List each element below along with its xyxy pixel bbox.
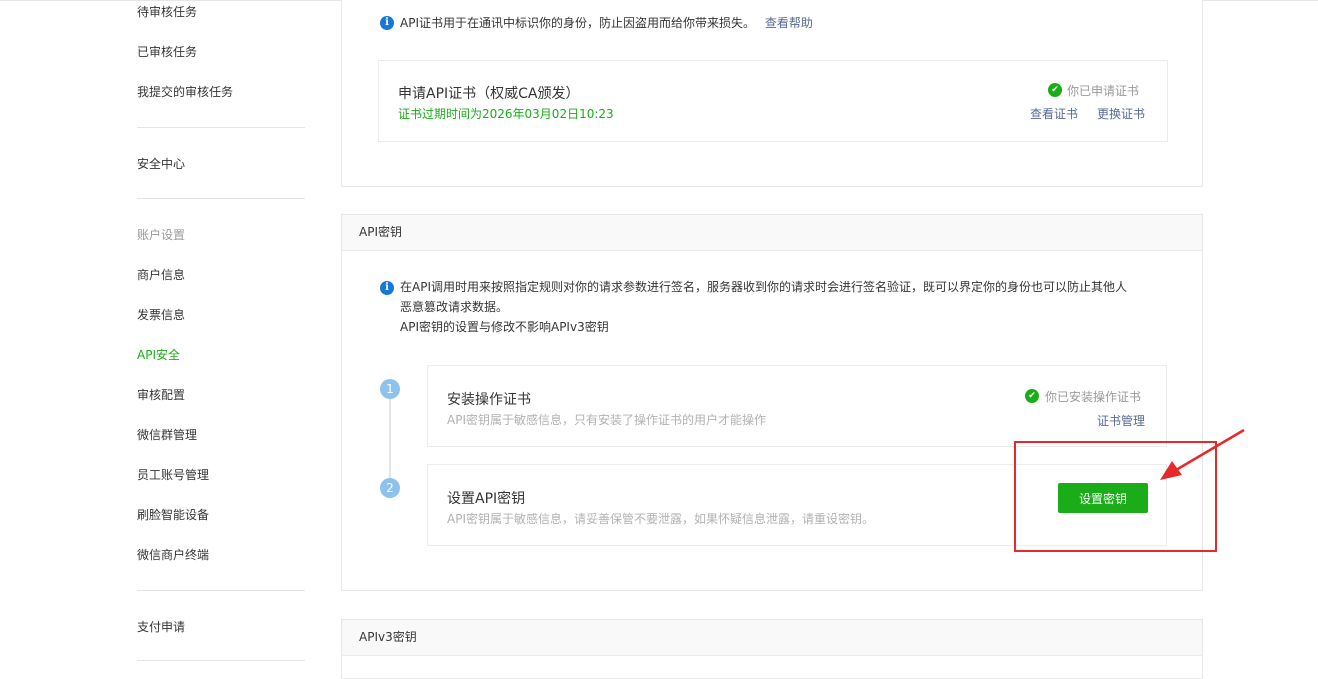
- cert-card-title: 申请API证书（权威CA颁发）: [398, 86, 580, 102]
- cert-info-message: API证书用于在通讯中标识你的身份，防止因盗用而给你带来损失。: [400, 16, 755, 30]
- sidebar-item-wechat-group[interactable]: 微信群管理: [137, 426, 197, 443]
- set-api-key-title: 设置API密钥: [447, 491, 526, 507]
- sidebar-divider: [137, 198, 305, 199]
- api-cert-card: 申请API证书（权威CA颁发） 证书过期时间为2026年03月02日10:23 …: [378, 60, 1168, 142]
- red-arrow-annotation: [1160, 428, 1245, 480]
- install-cert-title: 安装操作证书: [447, 392, 531, 408]
- replace-cert-link[interactable]: 更换证书: [1097, 105, 1145, 122]
- view-cert-link[interactable]: 查看证书: [1030, 105, 1078, 122]
- api-key-info-line1: 在API调用时用来按照指定规则对你的请求参数进行签名，服务器收到你的请求时会进行…: [400, 280, 1127, 294]
- apiv3-key-panel: APIv3密钥: [341, 619, 1203, 679]
- info-icon: i: [380, 281, 394, 295]
- sidebar-item-invoice-info[interactable]: 发票信息: [137, 306, 185, 323]
- sidebar-item-reviewed[interactable]: 已审核任务: [137, 43, 197, 60]
- install-cert-desc: API密钥属于敏感信息，只有安装了操作证书的用户才能操作: [447, 413, 766, 427]
- check-circle-icon: ✔: [1048, 83, 1062, 97]
- sidebar-divider: [137, 127, 305, 128]
- sidebar: 待审核任务 已审核任务 我提交的审核任务 安全中心 账户设置 商户信息 发票信息…: [0, 0, 320, 668]
- cert-info-text: API证书用于在通讯中标识你的身份，防止因盗用而给你带来损失。 查看帮助: [400, 14, 813, 32]
- set-api-key-desc: API密钥属于敏感信息，请妥善保管不要泄露，如果怀疑信息泄露，请重设密钥。: [447, 512, 874, 526]
- sidebar-divider: [137, 590, 305, 591]
- install-cert-status: 你已安装操作证书: [1045, 390, 1142, 404]
- sidebar-item-merchant-info[interactable]: 商户信息: [137, 266, 185, 283]
- sidebar-item-my-submitted[interactable]: 我提交的审核任务: [137, 83, 233, 100]
- cert-status-text: 你已申请证书: [1067, 84, 1140, 98]
- info-icon: i: [380, 16, 394, 30]
- sidebar-item-review-config[interactable]: 审核配置: [137, 386, 185, 403]
- step-number-1: 1: [380, 379, 400, 399]
- sidebar-item-pending-review[interactable]: 待审核任务: [137, 3, 197, 20]
- sidebar-item-payment-apply[interactable]: 支付申请: [137, 618, 185, 635]
- sidebar-item-security-center[interactable]: 安全中心: [137, 155, 185, 172]
- cert-expiry-text: 证书过期时间为2026年03月02日10:23: [398, 107, 614, 121]
- sidebar-item-api-security[interactable]: API安全: [137, 346, 180, 363]
- api-key-info-line3: API密钥的设置与修改不影响APIv3密钥: [400, 320, 609, 334]
- sidebar-item-staff-accounts[interactable]: 员工账号管理: [137, 466, 209, 483]
- check-circle-icon: ✔: [1025, 389, 1039, 403]
- api-key-panel-title: API密钥: [342, 215, 1202, 251]
- help-link[interactable]: 查看帮助: [765, 16, 813, 30]
- cert-manage-link[interactable]: 证书管理: [1097, 412, 1145, 429]
- api-cert-panel: i API证书用于在通讯中标识你的身份，防止因盗用而给你带来损失。 查看帮助 申…: [341, 0, 1203, 187]
- api-key-info-line2: 恶意篡改请求数据。: [400, 300, 509, 314]
- apiv3-key-panel-title: APIv3密钥: [342, 620, 1202, 656]
- step-number-2: 2: [380, 478, 400, 498]
- install-cert-card: 安装操作证书 API密钥属于敏感信息，只有安装了操作证书的用户才能操作 ✔ 你已…: [427, 365, 1167, 447]
- sidebar-group-account-settings: 账户设置: [137, 228, 186, 242]
- sidebar-item-merchant-terminal[interactable]: 微信商户终端: [137, 546, 209, 563]
- sidebar-item-face-devices[interactable]: 刷脸智能设备: [137, 506, 209, 523]
- sidebar-divider: [137, 660, 305, 661]
